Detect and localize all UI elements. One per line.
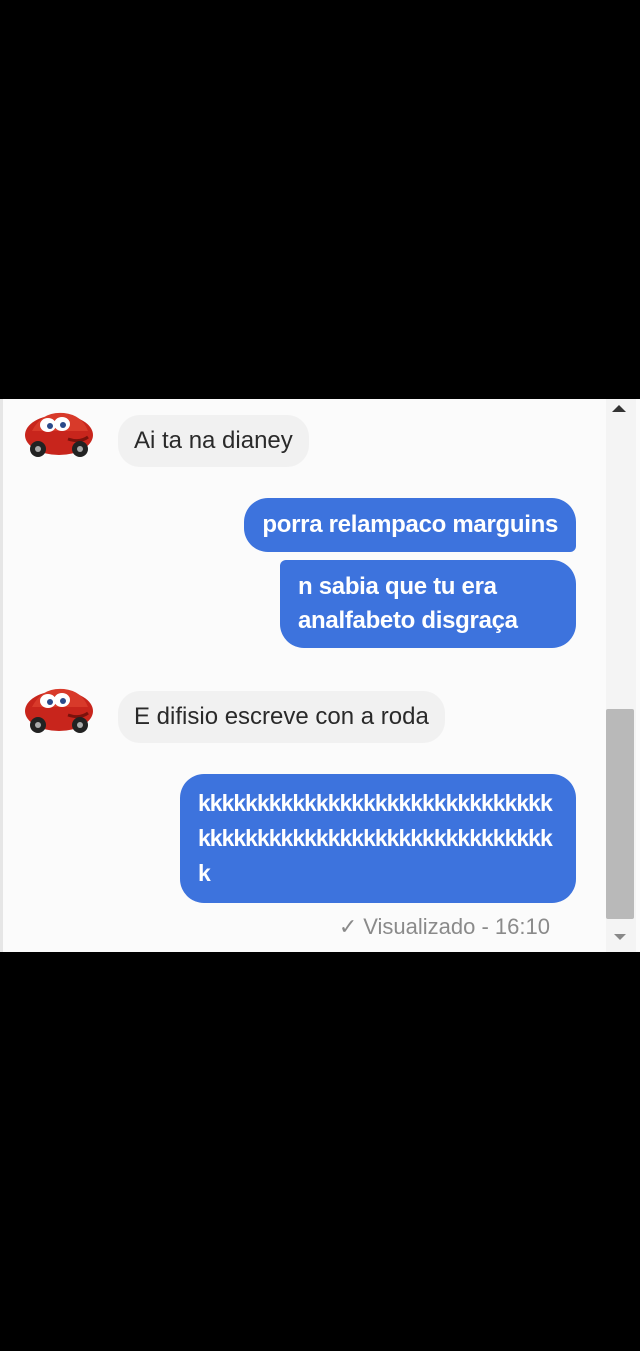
message-received: E difisio escreve con a roda (118, 691, 445, 743)
seen-status: ✓ Visualizado - 16:10 (339, 914, 550, 940)
car-avatar-icon (25, 412, 93, 457)
scroll-down-arrow-icon[interactable] (614, 934, 626, 940)
screen: Ai ta na dianey porra relampaco marguins… (0, 0, 640, 1351)
panel-edge (0, 399, 3, 952)
message-sent: porra relampaco marguins (244, 498, 576, 552)
avatar[interactable] (22, 405, 96, 459)
chat-panel: Ai ta na dianey porra relampaco marguins… (0, 399, 640, 952)
avatar[interactable] (22, 681, 96, 735)
seen-status-text: Visualizado - 16:10 (363, 914, 550, 939)
message-sent: n sabia que tu era analfabeto disgraça (280, 560, 576, 648)
scrollbar-thumb[interactable] (606, 709, 634, 919)
scroll-up-arrow-icon[interactable] (612, 405, 626, 412)
car-avatar-icon (25, 688, 93, 733)
message-sent: kkkkkkkkkkkkkkkkkkkkkkkkkkkkkkkkkkkkkkkk… (180, 774, 576, 903)
message-received: Ai ta na dianey (118, 415, 309, 467)
check-icon: ✓ (338, 914, 358, 939)
